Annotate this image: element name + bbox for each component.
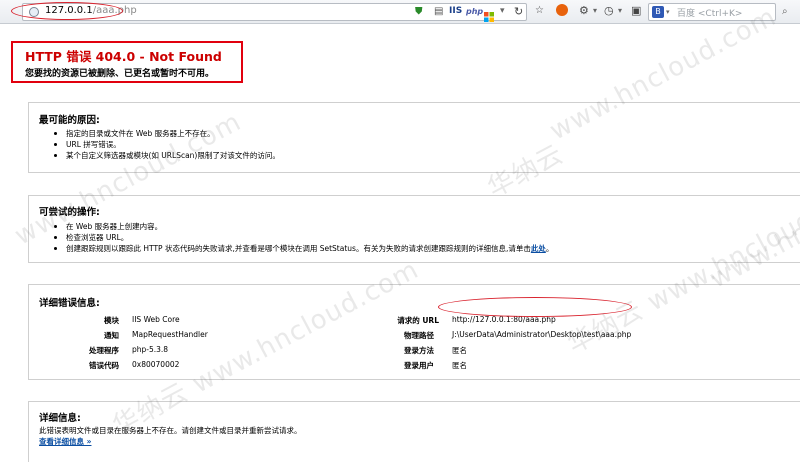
more-info-title: 详细信息: bbox=[39, 413, 81, 424]
detail-value-logon-user: 匿名 bbox=[452, 361, 467, 370]
browser-toolbar: 127.0.0.1/aaa.php ⛊ ▤ IIS php ▾ ↻ ☆ ⚙ ▾ … bbox=[0, 0, 800, 24]
here-link[interactable]: 此处 bbox=[531, 244, 546, 253]
addon-orange-icon[interactable] bbox=[556, 4, 568, 16]
reader-icon[interactable]: ▤ bbox=[434, 6, 443, 17]
detail-value-logon-method: 匿名 bbox=[452, 346, 467, 355]
dropdown-arrow-icon[interactable]: ▾ bbox=[500, 6, 505, 16]
search-input[interactable]: 百度 <Ctrl+K> bbox=[677, 6, 742, 19]
actions-section: 可尝试的操作: 在 Web 服务器上创建内容。 检查浏览器 URL。 创建跟踪规… bbox=[28, 195, 800, 263]
list-item: 指定的目录或文件在 Web 服务器上不存在。 bbox=[54, 128, 280, 139]
more-info-section: 详细信息: 此错误表明文件或目录在服务器上不存在。请创建文件或目录并重新尝试请求… bbox=[28, 401, 800, 462]
more-info-text: 此错误表明文件或目录在服务器上不存在。请创建文件或目录并重新尝试请求。 bbox=[39, 426, 302, 435]
link-suffix: 。 bbox=[545, 244, 554, 253]
settings-icon[interactable]: ⚙ bbox=[579, 4, 589, 17]
detail-label-module: 模块 bbox=[104, 316, 119, 325]
list-item: 某个自定义筛选器或模块(如 URLScan)限制了对该文件的访问。 bbox=[54, 150, 280, 161]
actions-title: 可尝试的操作: bbox=[39, 207, 100, 218]
error-title: HTTP 错误 404.0 - Not Found bbox=[25, 49, 222, 64]
url-highlight-circle bbox=[11, 2, 123, 20]
detail-label-error-code: 错误代码 bbox=[89, 361, 119, 370]
list-item: URL 拼写错误。 bbox=[54, 139, 280, 150]
detail-value-notification: MapRequestHandler bbox=[132, 330, 208, 339]
list-item-text: 创建跟踪规则以跟踪此 HTTP 状态代码的失败请求,并查看是哪个模块在调用 Se… bbox=[66, 244, 531, 253]
causes-list: 指定的目录或文件在 Web 服务器上不存在。 URL 拼写错误。 某个自定义筛选… bbox=[54, 128, 280, 161]
search-engine-name: 百度 bbox=[677, 9, 696, 19]
error-subtitle: 您要找的资源已被删除、已更名或暂时不可用。 bbox=[25, 69, 215, 79]
detail-label-logon-user: 登录用户 bbox=[404, 361, 434, 370]
windows-icon[interactable] bbox=[484, 7, 494, 22]
detail-label-logon-method: 登录方法 bbox=[404, 346, 434, 355]
search-box[interactable]: B ▾ 百度 <Ctrl+K> bbox=[648, 3, 776, 21]
detail-value-module: IIS Web Core bbox=[132, 315, 180, 324]
php-addon-icon[interactable]: php bbox=[466, 7, 483, 16]
detail-error-title: 详细错误信息: bbox=[39, 298, 100, 309]
actions-list: 在 Web 服务器上创建内容。 检查浏览器 URL。 创建跟踪规则以跟踪此 HT… bbox=[54, 221, 553, 254]
iis-addon-icon[interactable]: IIS bbox=[449, 6, 462, 16]
detail-value-handler: php-5.3.8 bbox=[132, 345, 169, 354]
history-icon[interactable]: ◷ bbox=[604, 4, 614, 17]
shield-icon[interactable]: ⛊ bbox=[415, 6, 423, 17]
refresh-icon[interactable]: ↻ bbox=[514, 5, 523, 18]
detail-value-physical-path: J:\UserData\Administrator\Desktop\test\a… bbox=[452, 330, 632, 339]
detail-label-requested-url: 请求的 URL bbox=[397, 316, 439, 325]
detail-label-handler: 处理程序 bbox=[89, 346, 119, 355]
url-highlight-circle bbox=[438, 297, 632, 317]
search-placeholder: <Ctrl+K> bbox=[697, 9, 743, 19]
screen-icon[interactable]: ▣ bbox=[631, 4, 641, 17]
search-icon[interactable]: ⌕ bbox=[782, 6, 788, 17]
list-item: 创建跟踪规则以跟踪此 HTTP 状态代码的失败请求,并查看是哪个模块在调用 Se… bbox=[54, 243, 553, 254]
detail-error-section: 详细错误信息: 模块 IIS Web Core 通知 MapRequestHan… bbox=[28, 284, 800, 380]
settings-dropdown-icon[interactable]: ▾ bbox=[593, 6, 597, 15]
list-item: 在 Web 服务器上创建内容。 bbox=[54, 221, 553, 232]
causes-title: 最可能的原因: bbox=[39, 115, 100, 126]
error-header: HTTP 错误 404.0 - Not Found 您要找的资源已被删除、已更名… bbox=[11, 41, 243, 83]
search-engine-icon[interactable]: B bbox=[652, 6, 664, 18]
search-engine-dropdown-icon[interactable]: ▾ bbox=[666, 8, 670, 16]
detail-label-notification: 通知 bbox=[104, 331, 119, 340]
history-dropdown-icon[interactable]: ▾ bbox=[618, 6, 622, 15]
detail-label-physical-path: 物理路径 bbox=[404, 331, 434, 340]
bookmark-icon[interactable]: ☆ bbox=[535, 5, 544, 16]
list-item: 检查浏览器 URL。 bbox=[54, 232, 553, 243]
detail-value-error-code: 0x80070002 bbox=[132, 360, 180, 369]
causes-section: 最可能的原因: 指定的目录或文件在 Web 服务器上不存在。 URL 拼写错误。… bbox=[28, 102, 800, 173]
more-info-link[interactable]: 查看详细信息 » bbox=[39, 436, 91, 447]
